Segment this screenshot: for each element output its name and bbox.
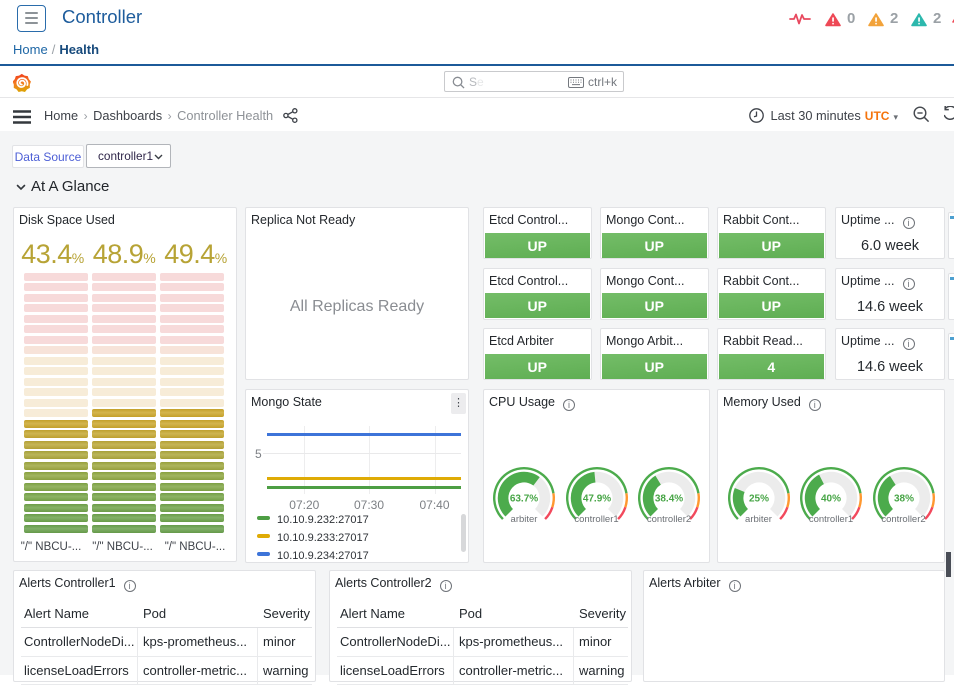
svg-text:63.7%: 63.7% [510, 493, 538, 504]
svg-text:47.9%: 47.9% [582, 493, 610, 504]
svg-text:40%: 40% [821, 493, 841, 504]
svg-text:38.4%: 38.4% [655, 493, 683, 504]
svg-text:38%: 38% [893, 493, 913, 504]
svg-text:25%: 25% [748, 493, 768, 504]
